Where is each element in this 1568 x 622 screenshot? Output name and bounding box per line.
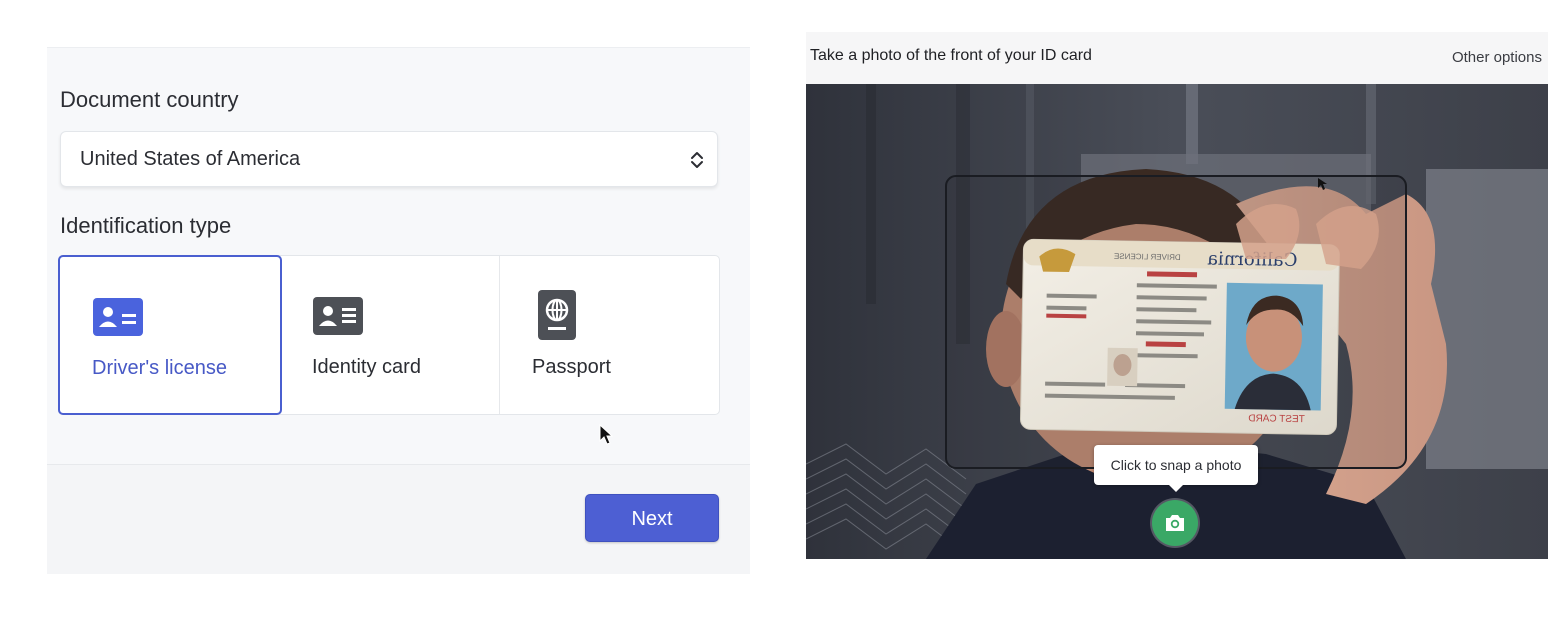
snap-photo-tooltip: Click to snap a photo bbox=[1094, 445, 1258, 485]
identification-type-label: Identification type bbox=[60, 213, 232, 238]
other-options-link[interactable]: Other options bbox=[1452, 49, 1542, 66]
tooltip-arrow bbox=[1168, 484, 1184, 492]
next-button[interactable]: Next bbox=[585, 494, 719, 542]
capture-instruction: Take a photo of the front of your ID car… bbox=[810, 47, 1092, 64]
option-identity-card-label: Identity card bbox=[312, 356, 421, 378]
id-card-icon bbox=[93, 298, 143, 336]
card-footer-text: TEST CARD bbox=[1248, 413, 1305, 425]
camera-icon bbox=[1166, 515, 1184, 531]
snap-photo-button[interactable] bbox=[1152, 500, 1198, 546]
screenshot-stage: Document country United States of Americ… bbox=[0, 0, 1568, 622]
option-drivers-license-label: Driver's license bbox=[92, 357, 227, 379]
card-header-text: DRIVER LICENSE bbox=[1114, 252, 1181, 262]
id-card-icon bbox=[313, 297, 363, 335]
country-select[interactable]: United States of America bbox=[60, 131, 718, 187]
chevron-up-down-icon bbox=[691, 152, 703, 168]
camera-preview: California DRIVER LICENSE TEST CARD Clic… bbox=[806, 84, 1548, 559]
mouse-cursor-icon bbox=[599, 424, 613, 445]
country-select-value: United States of America bbox=[80, 148, 301, 170]
id-capture-panel: Take a photo of the front of your ID car… bbox=[806, 32, 1548, 559]
option-identity-card[interactable]: Identity card bbox=[282, 256, 500, 414]
passport-icon bbox=[538, 290, 576, 340]
option-drivers-license[interactable]: Driver's license bbox=[58, 255, 282, 415]
option-passport[interactable]: Passport bbox=[500, 256, 719, 414]
document-selection-panel: Document country United States of Americ… bbox=[47, 47, 750, 574]
id-type-options: Driver's license Identity card Passport bbox=[58, 255, 720, 415]
option-passport-label: Passport bbox=[532, 356, 611, 378]
capture-header: Take a photo of the front of your ID car… bbox=[806, 32, 1548, 84]
document-country-label: Document country bbox=[60, 87, 239, 112]
